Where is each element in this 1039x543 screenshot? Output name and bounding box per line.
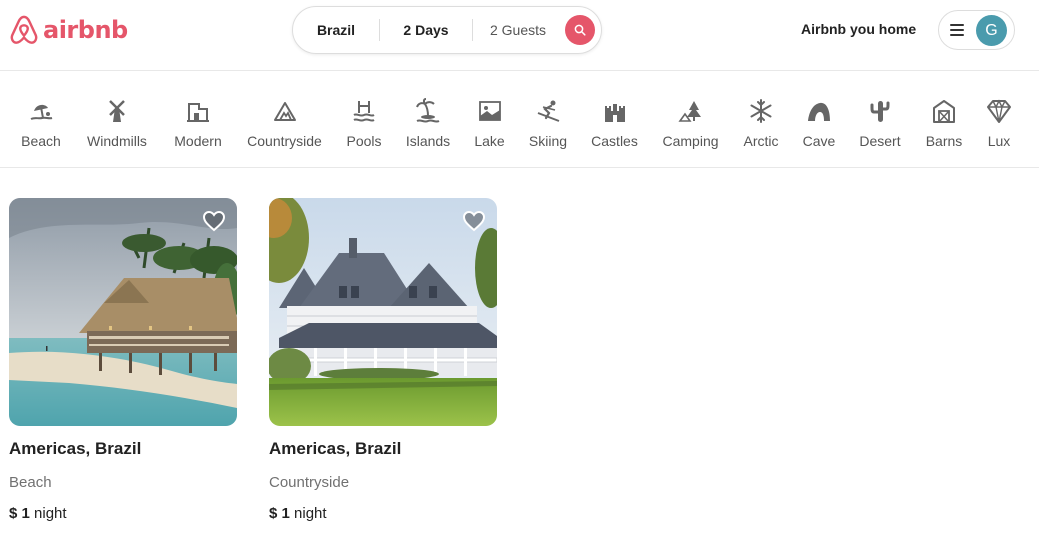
listing-category: Beach	[9, 474, 52, 491]
user-menu-button[interactable]: G	[938, 10, 1015, 50]
price-amount: 1	[281, 505, 290, 522]
category-label: Barns	[925, 133, 963, 149]
category-bar: Beach Windmills Modern Countryside Pools…	[0, 71, 1039, 168]
cave-icon	[805, 97, 833, 125]
listing-title[interactable]: Americas, Brazil	[269, 439, 401, 459]
price-unit: night	[294, 505, 327, 522]
listing-photo[interactable]	[269, 198, 497, 426]
category-pools[interactable]: Pools	[346, 97, 382, 157]
island-icon	[414, 97, 442, 125]
category-skiing[interactable]: Skiing	[528, 97, 568, 157]
category-label: Castles	[591, 133, 638, 149]
skiing-icon	[534, 97, 562, 125]
price-unit: night	[34, 505, 67, 522]
category-castles[interactable]: Castles	[591, 97, 638, 157]
search-button[interactable]	[565, 15, 595, 45]
category-label: Camping	[662, 133, 719, 149]
listing-card[interactable]: Americas, Brazil Countryside $ 1 night	[269, 198, 497, 528]
barn-icon	[930, 97, 958, 125]
price-symbol: $	[9, 505, 18, 522]
category-islands[interactable]: Islands	[405, 97, 451, 157]
category-label: Desert	[859, 133, 901, 149]
lake-icon	[476, 97, 504, 125]
category-camping[interactable]: Camping	[662, 97, 719, 157]
listing-photo[interactable]	[9, 198, 237, 426]
search-bar[interactable]: Brazil 2 Days 2 Guests	[292, 6, 602, 54]
category-modern[interactable]: Modern	[174, 97, 222, 157]
mountain-icon	[271, 97, 299, 125]
category-countryside[interactable]: Countryside	[246, 97, 323, 157]
listing-title[interactable]: Americas, Brazil	[9, 439, 141, 459]
category-label: Modern	[174, 133, 222, 149]
category-beach[interactable]: Beach	[20, 97, 62, 157]
category-lake[interactable]: Lake	[474, 97, 505, 157]
snowflake-icon	[747, 97, 775, 125]
windmill-icon	[103, 97, 131, 125]
category-label: Lux	[987, 133, 1011, 149]
category-label: Countryside	[247, 133, 322, 149]
castle-icon	[601, 97, 629, 125]
category-barns[interactable]: Barns	[925, 97, 963, 157]
listing-price: $ 1 night	[269, 505, 327, 522]
beach-icon	[27, 97, 55, 125]
category-label: Cave	[802, 133, 836, 149]
host-link[interactable]: Airbnb you home	[801, 21, 916, 37]
category-label: Lake	[474, 133, 505, 149]
top-header: airbnb Brazil 2 Days 2 Guests Airbnb you…	[0, 0, 1039, 71]
category-label: Skiing	[528, 133, 568, 149]
search-icon	[574, 24, 586, 36]
listing-price: $ 1 night	[9, 505, 67, 522]
category-label: Arctic	[743, 133, 779, 149]
category-windmills[interactable]: Windmills	[84, 97, 150, 157]
airbnb-logo-icon	[10, 15, 38, 44]
cactus-icon	[866, 97, 894, 125]
favorite-heart-icon[interactable]	[202, 210, 226, 232]
listing-card[interactable]: Americas, Brazil Beach $ 1 night	[9, 198, 237, 528]
favorite-heart-icon[interactable]	[462, 210, 486, 232]
category-label: Pools	[346, 133, 382, 149]
category-cave[interactable]: Cave	[803, 97, 835, 157]
price-amount: 1	[21, 505, 30, 522]
search-days[interactable]: 2 Days	[380, 6, 472, 54]
category-arctic[interactable]: Arctic	[742, 97, 780, 157]
avatar: G	[976, 15, 1007, 46]
listing-category: Countryside	[269, 474, 350, 491]
category-label: Windmills	[87, 133, 147, 149]
search-place[interactable]: Brazil	[293, 6, 379, 54]
category-desert[interactable]: Desert	[858, 97, 902, 157]
search-guests[interactable]: 2 Guests	[473, 6, 563, 54]
airbnb-logo[interactable]: airbnb	[9, 12, 128, 48]
beach-resort-photo	[9, 198, 237, 426]
modern-house-icon	[184, 97, 212, 125]
diamond-icon	[985, 97, 1013, 125]
logo-text: airbnb	[43, 16, 128, 44]
camping-icon	[677, 97, 705, 125]
price-symbol: $	[269, 505, 278, 522]
hamburger-menu-icon	[950, 24, 964, 36]
category-label: Islands	[405, 133, 451, 149]
pool-icon	[350, 97, 378, 125]
category-lux[interactable]: Lux	[986, 97, 1012, 157]
category-label: Beach	[21, 133, 61, 149]
country-house-photo	[269, 198, 497, 426]
